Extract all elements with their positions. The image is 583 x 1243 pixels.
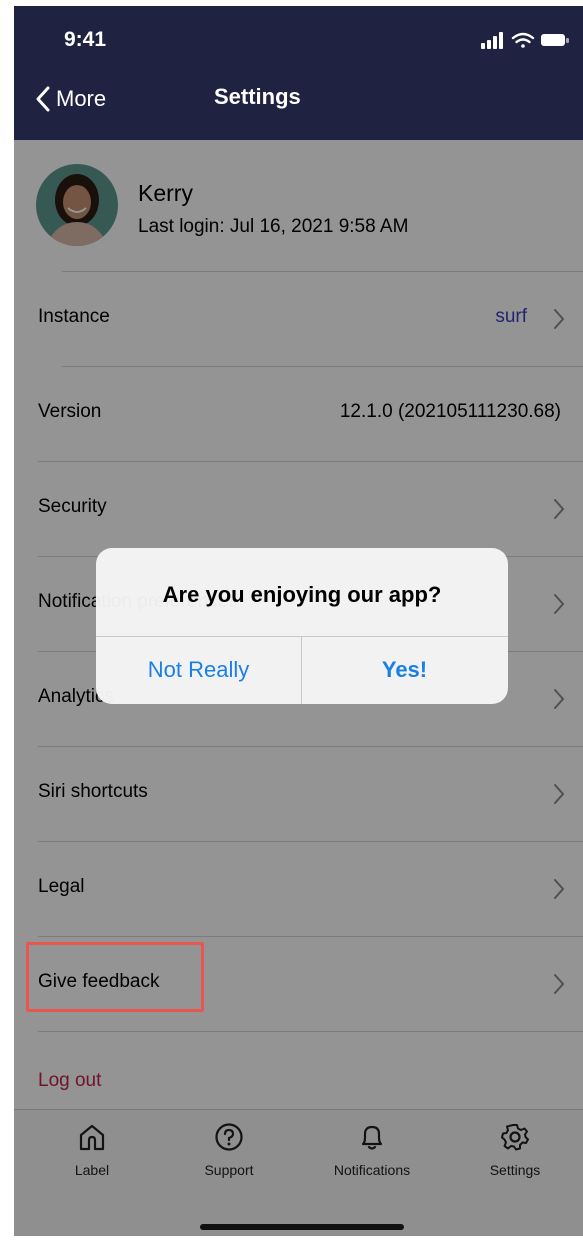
not-really-button[interactable]: Not Really <box>96 636 301 704</box>
status-time: 9:41 <box>64 28 107 51</box>
yes-button[interactable]: Yes! <box>302 636 507 704</box>
page-title: Settings <box>214 84 301 109</box>
status-icons <box>481 32 569 49</box>
home-indicator <box>200 1224 404 1230</box>
highlight-box <box>26 942 204 1012</box>
chevron-left-icon <box>36 86 50 112</box>
rating-dialog: Are you enjoying our app? Not Really Yes… <box>96 548 508 704</box>
top-bar: 9:41 More Settings <box>14 6 583 140</box>
back-button[interactable]: More <box>36 84 106 114</box>
wifi-icon <box>511 32 535 48</box>
back-label: More <box>56 86 107 111</box>
signal-icon <box>481 32 503 49</box>
phone-screen: 9:41 More Settings Kerry Last login: Jul… <box>14 6 583 1236</box>
dialog-title: Are you enjoying our app? <box>162 582 442 607</box>
battery-icon <box>541 34 569 46</box>
